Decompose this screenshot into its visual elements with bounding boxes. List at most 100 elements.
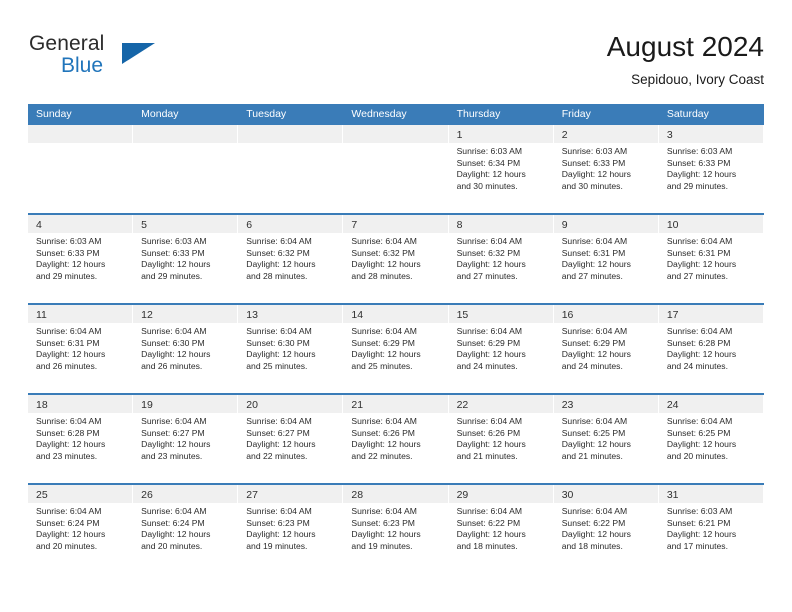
day-number-band: 29 [448,485,553,503]
day-number: 30 [561,489,574,501]
daylight-duration-line2: and 23 minutes. [36,451,98,462]
calendar-day-cell[interactable]: 16 Sunrise: 6:04 AM Sunset: 6:29 PM Dayligh… [553,305,659,393]
sunrise-time: Sunrise: 6:04 AM [666,416,733,426]
calendar-day-cell-empty [133,125,239,213]
calendar-week-row: 18 Sunrise: 6:04 AM Sunset: 6:28 PM Dayligh… [28,393,764,483]
calendar-day-cell[interactable]: 12 Sunrise: 6:04 AM Sunset: 6:30 PM Dayligh… [133,305,239,393]
daylight-duration-line1: Daylight: 12 hours [246,529,316,540]
calendar-day-cell[interactable]: 18 Sunrise: 6:04 AM Sunset: 6:28 PM Dayligh… [28,395,134,483]
sunrise-time: Sunrise: 6:04 AM [246,326,312,336]
calendar-day-cell-empty [343,125,449,213]
calendar-day-cell[interactable]: 26 Sunrise: 6:04 AM Sunset: 6:24 PM Dayligh… [133,485,239,573]
sunset-time: Sunset: 6:33 PM [36,247,100,258]
calendar-week-row: 1 Sunrise: 6:03 AM Sunset: 6:34 PM Daylight… [28,125,764,213]
weekday-header-saturday: Saturday [666,108,709,120]
calendar-day-cell[interactable]: 8 Sunrise: 6:04 AM Sunset: 6:32 PM Daylight… [448,215,554,303]
sunset-time: Sunset: 6:33 PM [141,247,205,258]
sunset-time: Sunset: 6:26 PM [456,427,521,438]
title-block: August 2024 Sepidouo, Ivory Coast [607,30,764,90]
sunrise-time: Sunrise: 6:04 AM [561,506,628,516]
daylight-duration-line1: Daylight: 12 hours [561,439,631,450]
daylight-duration-line2: and 28 minutes. [351,271,413,282]
calendar-day-cell[interactable]: 20 Sunrise: 6:04 AM Sunset: 6:27 PM Dayligh… [238,395,344,483]
calendar-week-row: 4 Sunrise: 6:03 AM Sunset: 6:33 PM Daylight… [28,213,764,303]
day-number-band: 13 [238,305,343,323]
day-number: 14 [351,309,364,321]
weekday-header-sunday: Sunday [36,108,72,120]
calendar-day-cell[interactable]: 24 Sunrise: 6:04 AM Sunset: 6:25 PM Dayligh… [658,395,764,483]
sunrise-time: Sunrise: 6:04 AM [141,416,207,426]
calendar-day-cell[interactable]: 10 Sunrise: 6:04 AM Sunset: 6:31 PM Dayligh… [658,215,764,303]
day-sun-info: Sunrise: 6:04 AM Sunset: 6:24 PM Daylight:… [28,503,132,553]
calendar-day-cell[interactable]: 23 Sunrise: 6:04 AM Sunset: 6:25 PM Dayligh… [553,395,659,483]
sunrise-time: Sunrise: 6:04 AM [456,326,523,336]
calendar-day-cell[interactable]: 25 Sunrise: 6:04 AM Sunset: 6:24 PM Dayligh… [28,485,134,573]
calendar-day-cell[interactable]: 28 Sunrise: 6:04 AM Sunset: 6:23 PM Dayligh… [343,485,449,573]
day-number: 23 [561,399,574,411]
calendar-day-cell[interactable]: 14 Sunrise: 6:04 AM Sunset: 6:29 PM Dayligh… [343,305,449,393]
weekday-header-tuesday: Tuesday [246,108,287,120]
day-number-band [133,125,238,143]
day-number-band: 4 [28,215,133,233]
daylight-duration-line2: and 22 minutes. [351,451,413,462]
sunset-time: Sunset: 6:24 PM [36,517,100,528]
sunrise-time: Sunrise: 6:03 AM [36,236,102,246]
calendar-day-cell[interactable]: 13 Sunrise: 6:04 AM Sunset: 6:30 PM Dayligh… [238,305,344,393]
day-number: 22 [456,399,469,411]
calendar-day-cell[interactable]: 3 Sunrise: 6:03 AM Sunset: 6:33 PM Daylight… [658,125,764,213]
day-number-band: 18 [28,395,133,413]
calendar-day-cell[interactable]: 1 Sunrise: 6:03 AM Sunset: 6:34 PM Daylight… [448,125,554,213]
sunset-time: Sunset: 6:26 PM [351,427,415,438]
day-number: 28 [351,489,364,501]
sunrise-time: Sunrise: 6:03 AM [141,236,207,246]
day-number: 16 [561,309,574,321]
calendar-day-cell[interactable]: 31 Sunrise: 6:03 AM Sunset: 6:21 PM Dayligh… [658,485,764,573]
day-number-band: 1 [448,125,553,143]
calendar-day-cell[interactable]: 22 Sunrise: 6:04 AM Sunset: 6:26 PM Dayligh… [448,395,554,483]
logo-text-blue: Blue [61,54,104,77]
sunrise-time: Sunrise: 6:04 AM [36,416,102,426]
daylight-duration-line1: Daylight: 12 hours [141,259,211,270]
day-number-band: 22 [448,395,553,413]
day-number: 17 [666,309,679,321]
calendar-day-cell[interactable]: 17 Sunrise: 6:04 AM Sunset: 6:28 PM Dayligh… [658,305,764,393]
daylight-duration-line1: Daylight: 12 hours [246,439,316,450]
daylight-duration-line1: Daylight: 12 hours [456,259,526,270]
calendar-day-cell[interactable]: 27 Sunrise: 6:04 AM Sunset: 6:23 PM Dayligh… [238,485,344,573]
sunset-time: Sunset: 6:31 PM [36,337,100,348]
calendar-day-cell[interactable]: 2 Sunrise: 6:03 AM Sunset: 6:33 PM Daylight… [553,125,659,213]
calendar-day-cell[interactable]: 21 Sunrise: 6:04 AM Sunset: 6:26 PM Dayligh… [343,395,449,483]
sunrise-time: Sunrise: 6:04 AM [561,236,628,246]
day-number: 3 [666,129,673,141]
sunrise-time: Sunrise: 6:03 AM [561,146,628,156]
generalblue-logo[interactable]: General Blue [28,30,228,90]
sunrise-time: Sunrise: 6:04 AM [561,326,628,336]
day-number-band: 12 [133,305,238,323]
sunrise-time: Sunrise: 6:04 AM [351,506,417,516]
sunset-time: Sunset: 6:25 PM [561,427,626,438]
calendar-day-cell[interactable]: 4 Sunrise: 6:03 AM Sunset: 6:33 PM Daylight… [28,215,134,303]
day-sun-info: Sunrise: 6:03 AM Sunset: 6:21 PM Daylight:… [659,503,763,553]
daylight-duration-line2: and 25 minutes. [246,361,308,372]
daylight-duration-line1: Daylight: 12 hours [246,259,316,270]
calendar-day-cell[interactable]: 15 Sunrise: 6:04 AM Sunset: 6:29 PM Dayligh… [448,305,554,393]
sunset-time: Sunset: 6:27 PM [141,427,205,438]
page-subtitle: Sepidouo, Ivory Coast [631,72,764,87]
calendar-day-cell[interactable]: 6 Sunrise: 6:04 AM Sunset: 6:32 PM Daylight… [238,215,344,303]
sunset-time: Sunset: 6:27 PM [246,427,310,438]
calendar-day-cell[interactable]: 29 Sunrise: 6:04 AM Sunset: 6:22 PM Dayligh… [448,485,554,573]
blue-triangle-flag-icon [122,43,155,64]
calendar-day-cell[interactable]: 11 Sunrise: 6:04 AM Sunset: 6:31 PM Dayligh… [28,305,134,393]
daylight-duration-line2: and 24 minutes. [666,361,728,372]
calendar-day-cell[interactable]: 9 Sunrise: 6:04 AM Sunset: 6:31 PM Daylight… [553,215,659,303]
day-number-band [238,125,343,143]
sunrise-time: Sunrise: 6:04 AM [561,416,628,426]
day-number: 1 [456,129,463,141]
calendar-day-cell[interactable]: 7 Sunrise: 6:04 AM Sunset: 6:32 PM Daylight… [343,215,449,303]
day-sun-info: Sunrise: 6:04 AM Sunset: 6:27 PM Daylight:… [133,413,237,463]
calendar-day-cell[interactable]: 5 Sunrise: 6:03 AM Sunset: 6:33 PM Daylight… [133,215,239,303]
sunrise-time: Sunrise: 6:04 AM [141,326,207,336]
calendar-day-cell[interactable]: 30 Sunrise: 6:04 AM Sunset: 6:22 PM Dayligh… [553,485,659,573]
calendar-day-cell[interactable]: 19 Sunrise: 6:04 AM Sunset: 6:27 PM Dayligh… [133,395,239,483]
weekday-header-friday: Friday [561,108,591,120]
